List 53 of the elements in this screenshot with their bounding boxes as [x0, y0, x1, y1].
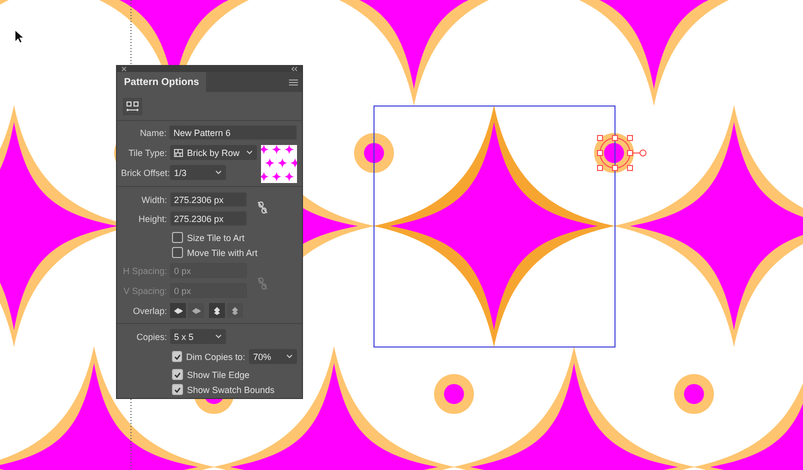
brick-grid-icon — [174, 148, 183, 156]
checkbox-label: Show Swatch Bounds — [187, 384, 275, 394]
field-label: Height: — [137, 214, 167, 224]
overlap-button[interactable] — [227, 303, 243, 318]
edit-tile-button[interactable] — [123, 98, 142, 115]
overlap-shapes-icon — [172, 306, 184, 316]
copies-dropdown[interactable]: 5 x 5 — [170, 329, 226, 344]
checkbox[interactable] — [172, 351, 182, 362]
unlink-icon[interactable] — [257, 201, 268, 214]
checkbox-label: Show Tile Edge — [187, 370, 250, 380]
checkbox[interactable] — [172, 384, 183, 395]
caret-icon — [215, 170, 222, 175]
panel-tab[interactable]: Pattern Options — [117, 72, 206, 92]
selection-handles-drawing — [596, 134, 648, 172]
caret-icon — [286, 354, 293, 359]
name-field[interactable]: New Pattern 6 — [169, 125, 297, 140]
ring-shape — [354, 133, 394, 173]
ring-shape — [674, 374, 714, 414]
field-label: Copies: — [135, 332, 167, 342]
brick-offset-dropdown[interactable]: 1/3 — [170, 165, 226, 180]
swatch-preview — [261, 145, 297, 183]
tile-type-dropdown[interactable]: Brick by Row — [170, 145, 257, 160]
checkbox[interactable] — [172, 247, 183, 258]
checkmark-icon — [174, 372, 181, 378]
menu-icon[interactable] — [289, 78, 298, 86]
field-label: V Spacing: — [122, 286, 167, 296]
close-icon[interactable] — [121, 66, 127, 72]
field-label: H Spacing: — [122, 266, 167, 276]
field-label: Overlap: — [132, 306, 167, 316]
ring-shape — [434, 374, 474, 414]
checkbox-label: Dim Copies to: — [186, 352, 246, 362]
field-label: Brick Offset: — [121, 168, 167, 178]
cursor-icon — [14, 29, 25, 44]
checkbox-label: Size Tile to Art — [187, 232, 245, 242]
checkmark-icon — [174, 354, 181, 360]
overlap-button[interactable] — [170, 303, 186, 318]
checkbox[interactable] — [172, 232, 183, 243]
checkbox[interactable] — [172, 369, 183, 380]
overlap-button[interactable] — [188, 303, 204, 318]
field-label: Name: — [138, 128, 166, 138]
caret-icon — [215, 334, 222, 339]
dim-copies-dropdown[interactable]: 70% — [249, 349, 297, 364]
height-field[interactable]: 275.2306 px — [170, 211, 247, 226]
width-field[interactable]: 275.2306 px — [170, 192, 247, 207]
field-label: Width: — [140, 194, 167, 204]
collapse-icon[interactable] — [290, 66, 298, 72]
checkbox-label: Move Tile with Art — [187, 248, 258, 258]
overlap-shapes-icon — [190, 306, 202, 316]
caret-icon — [246, 150, 253, 155]
overlap-button[interactable] — [209, 303, 225, 318]
field-label: Tile Type: — [127, 148, 167, 158]
tile-tool-icon — [126, 101, 139, 112]
checkmark-icon — [174, 386, 181, 392]
